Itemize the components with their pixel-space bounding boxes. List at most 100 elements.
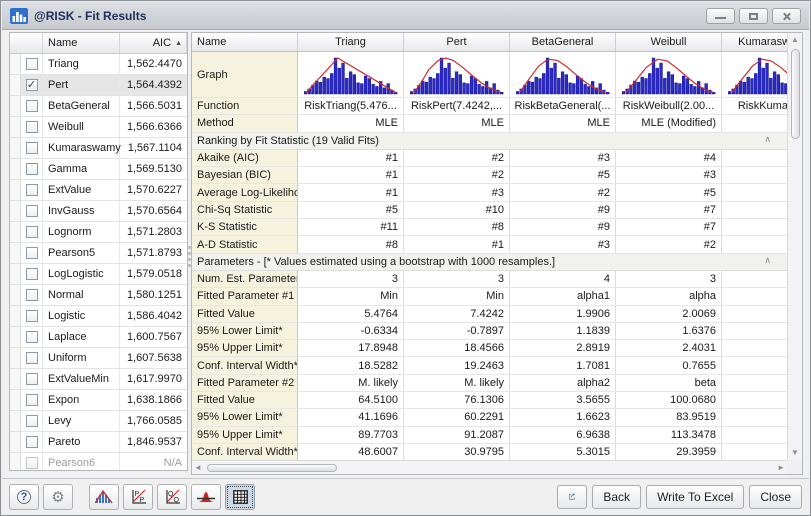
- fit-checkbox[interactable]: [26, 394, 38, 406]
- distribution-graph-thumbnail[interactable]: [510, 52, 616, 97]
- fit-list-row[interactable]: Normal1,580.1251: [10, 285, 187, 306]
- fit-list-row[interactable]: Lognorm1,571.2803: [10, 222, 187, 243]
- discrepancy-plot-button[interactable]: [191, 484, 221, 510]
- fit-name-label: Laplace: [43, 327, 120, 347]
- maximize-button[interactable]: [739, 8, 768, 24]
- fit-checkbox[interactable]: [26, 268, 38, 280]
- fit-list-row[interactable]: ExtValue1,570.6227: [10, 180, 187, 201]
- collapse-chevron-icon[interactable]: ∧: [764, 255, 771, 266]
- fit-list-row[interactable]: Logistic1,586.4042: [10, 306, 187, 327]
- value-cell: 3: [298, 271, 404, 287]
- title-bar[interactable]: @RISK - Fit Results: [2, 2, 809, 30]
- fit-checkbox[interactable]: [26, 352, 38, 364]
- collapse-chevron-icon[interactable]: ∧: [764, 134, 771, 145]
- fit-checkbox[interactable]: [26, 373, 38, 385]
- fit-list-row[interactable]: Triang1,562.4470: [10, 54, 187, 75]
- value-cell: 2.4031: [616, 340, 722, 356]
- list-header-aic[interactable]: AIC ▲: [120, 33, 187, 53]
- help-button[interactable]: ?: [9, 484, 39, 510]
- fit-checkbox[interactable]: [26, 436, 38, 448]
- horizontal-scroll-thumb[interactable]: [207, 464, 337, 472]
- row-label: Conf. Interval Width*: [192, 444, 298, 460]
- row-gutter: [10, 453, 21, 471]
- risk-app-icon: [10, 8, 28, 24]
- qq-plot-button[interactable]: Q Q: [157, 484, 187, 510]
- fit-checkbox[interactable]: [26, 331, 38, 343]
- vertical-scrollbar[interactable]: ▲ ▼: [787, 33, 802, 460]
- fit-list-row[interactable]: Laplace1,600.7567: [10, 327, 187, 348]
- fit-list-row[interactable]: BetaGeneral1,566.5031: [10, 96, 187, 117]
- value-cell: [722, 271, 787, 287]
- fit-checkbox[interactable]: [26, 163, 38, 175]
- fit-list-row[interactable]: ✓Pert1,564.4392: [10, 75, 187, 96]
- section-title: Ranking by Fit Statistic (19 Valid Fits): [192, 133, 787, 149]
- minimize-button[interactable]: [706, 8, 735, 24]
- section-title: Parameters - [* Values estimated using a…: [192, 254, 787, 270]
- scroll-left-icon[interactable]: ◄: [192, 461, 204, 475]
- table-data-row: Akaike (AIC)#1#2#3#4: [192, 150, 787, 167]
- fit-checkbox[interactable]: [26, 310, 38, 322]
- fit-list-row[interactable]: Pearson6N/A: [10, 453, 187, 471]
- value-cell: 7.4242: [404, 306, 510, 322]
- fit-list-row[interactable]: Kumaraswamy1,567.1104: [10, 138, 187, 159]
- write-to-excel-button[interactable]: Write To Excel: [646, 485, 744, 509]
- fit-comparison-graph-button[interactable]: [89, 484, 119, 510]
- fit-list-row[interactable]: LogLogistic1,579.0518: [10, 264, 187, 285]
- checkbox-cell: [21, 117, 43, 137]
- distribution-graph-thumbnail[interactable]: [616, 52, 722, 97]
- fit-checkbox[interactable]: [26, 226, 38, 238]
- column-header-name: Name: [192, 33, 298, 51]
- distribution-graph-thumbnail[interactable]: [298, 52, 404, 97]
- fit-list-row[interactable]: Expon1,638.1866: [10, 390, 187, 411]
- row-label: Fitted Parameter #1: [192, 288, 298, 304]
- fit-aic-value: 1,571.2803: [120, 222, 187, 242]
- value-cell: 17.8948: [298, 340, 404, 356]
- fit-list-row[interactable]: InvGauss1,570.6564: [10, 201, 187, 222]
- fit-list-row[interactable]: Uniform1,607.5638: [10, 348, 187, 369]
- horizontal-scrollbar[interactable]: ◄ ►: [192, 460, 787, 474]
- list-header-name[interactable]: Name: [43, 33, 120, 53]
- fit-checkbox[interactable]: [26, 247, 38, 259]
- fit-checkbox[interactable]: ✓: [26, 79, 38, 91]
- fit-checkbox[interactable]: [26, 184, 38, 196]
- pp-plot-button[interactable]: P P: [123, 484, 153, 510]
- value-cell: 3: [616, 271, 722, 287]
- close-window-button[interactable]: [772, 8, 801, 24]
- scroll-up-icon[interactable]: ▲: [789, 33, 801, 47]
- checkbox-cell: [21, 54, 43, 74]
- scroll-right-icon[interactable]: ►: [775, 461, 787, 475]
- distribution-graph-thumbnail[interactable]: [404, 52, 510, 97]
- settings-button[interactable]: ⚙: [43, 484, 73, 510]
- value-cell: M. likely: [298, 375, 404, 391]
- fit-list-row[interactable]: ExtValueMin1,617.9970: [10, 369, 187, 390]
- row-label: Graph: [192, 52, 298, 97]
- value-cell: 0.7655: [616, 357, 722, 373]
- fit-list-row[interactable]: Levy1,766.0585: [10, 411, 187, 432]
- fit-checkbox[interactable]: [26, 121, 38, 133]
- fit-checkbox[interactable]: [26, 58, 38, 70]
- checkbox-cell: [21, 348, 43, 368]
- value-cell: #5: [510, 167, 616, 183]
- back-button[interactable]: Back: [592, 485, 641, 509]
- value-cell: #7: [616, 202, 722, 218]
- fit-list-row[interactable]: Pareto1,846.9537: [10, 432, 187, 453]
- fit-list-row[interactable]: Pearson51,571.8793: [10, 243, 187, 264]
- results-table-view-button[interactable]: [225, 484, 255, 510]
- fit-list-row[interactable]: Weibull1,566.6366: [10, 117, 187, 138]
- export-graph-button[interactable]: [557, 485, 587, 509]
- value-cell: #2: [616, 236, 722, 252]
- fit-checkbox[interactable]: [26, 205, 38, 217]
- row-label: 95% Upper Limit*: [192, 340, 298, 356]
- close-button[interactable]: Close: [749, 485, 802, 509]
- fit-checkbox[interactable]: [26, 289, 38, 301]
- scroll-down-icon[interactable]: ▼: [789, 446, 801, 460]
- vertical-scroll-thumb[interactable]: [791, 49, 800, 139]
- value-cell: 1.1839: [510, 323, 616, 339]
- fit-checkbox[interactable]: [26, 415, 38, 427]
- fit-checkbox[interactable]: [26, 100, 38, 112]
- fit-list-row[interactable]: Gamma1,569.5130: [10, 159, 187, 180]
- value-cell: [722, 236, 787, 252]
- distribution-graph-thumbnail[interactable]: [722, 52, 787, 97]
- fit-checkbox[interactable]: [26, 457, 38, 469]
- fit-checkbox[interactable]: [26, 142, 38, 154]
